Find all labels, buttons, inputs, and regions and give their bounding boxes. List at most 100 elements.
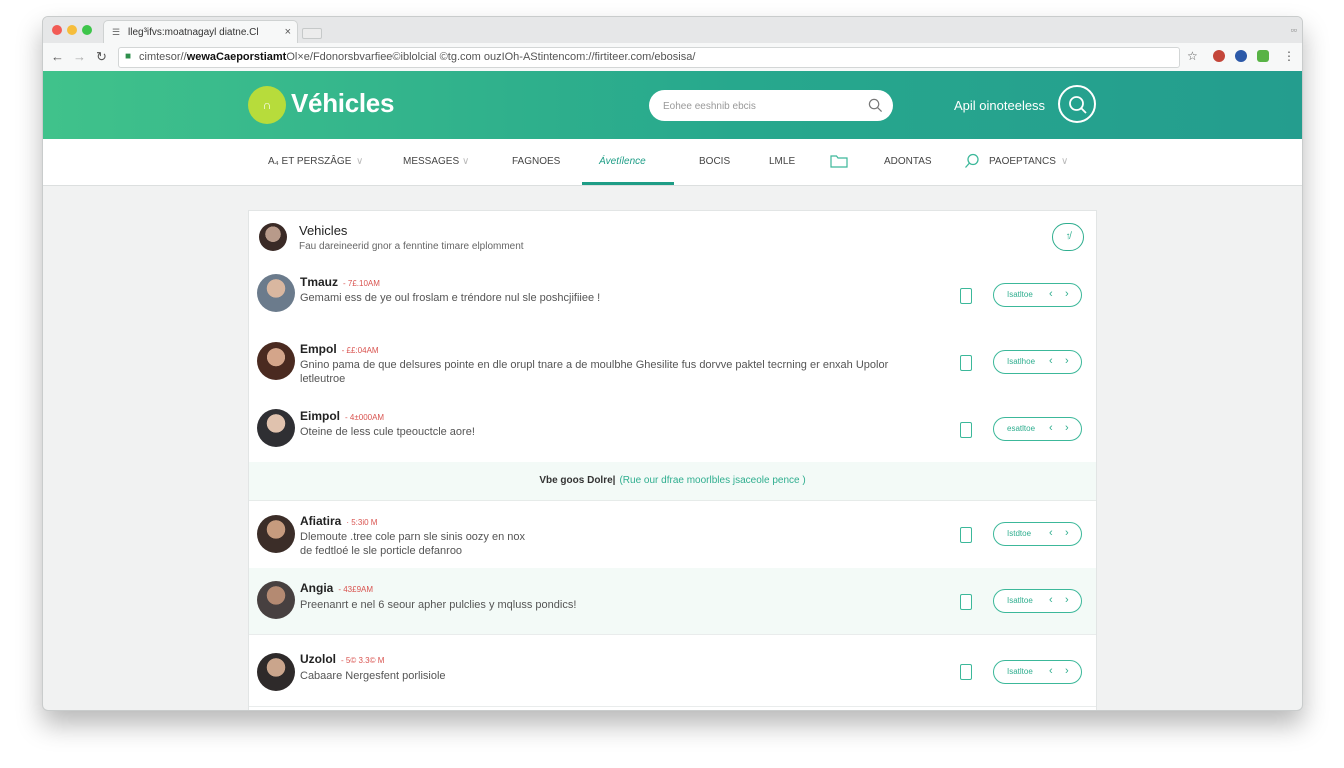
bookmark-star-icon[interactable]: ☆ (1187, 49, 1198, 63)
active-tab-indicator (582, 182, 674, 185)
folder-icon (830, 155, 848, 168)
chevron-left-icon[interactable]: ‹ (1049, 355, 1053, 367)
sender-name: Angia (300, 581, 334, 595)
divider-link[interactable]: (Rue our dfrae moorlbles jsaceole pence … (619, 475, 805, 486)
message-preview: Gemami ess de ye oul froslam e tréndore … (300, 292, 601, 304)
extension-red-icon[interactable] (1213, 50, 1225, 62)
avatar (257, 515, 295, 553)
reload-icon[interactable]: ↻ (96, 49, 107, 65)
chevron-right-icon[interactable]: › (1065, 527, 1069, 539)
search-input[interactable] (661, 97, 865, 115)
list-subtitle: Fau dareineerid gnor a fenntine timare e… (299, 241, 524, 252)
row-action-label: Isatltoe (1007, 290, 1033, 299)
search-icon[interactable] (868, 98, 883, 113)
sender-name: Eimpol (300, 409, 341, 423)
list-header: Vehicles Fau dareineerid gnor a fenntine… (249, 211, 1096, 263)
chevron-right-icon[interactable]: › (1065, 594, 1069, 606)
list-item[interactable]: Empol - ££:04AM Gnino pama de que delsure… (249, 328, 1096, 396)
avatar (257, 274, 295, 312)
avatar (259, 223, 287, 251)
message-time: · 5:3i0 M (346, 518, 378, 527)
row-action-label: Isatlhoe (1007, 357, 1036, 366)
browser-window: ☰ lleg³ifvs:moatnagayl diatne.Cl × ▫▫ ← … (42, 16, 1303, 711)
chevron-right-icon[interactable]: › (1065, 288, 1069, 300)
row-checkbox[interactable] (960, 288, 972, 304)
message-time: - 5© 3.3© M (341, 656, 385, 665)
avatar (257, 653, 295, 691)
message-time: - 7£.10AM (343, 279, 380, 288)
list-action-button[interactable]: ↑̸ (1052, 223, 1084, 251)
forward-arrow-icon[interactable]: → (73, 49, 86, 64)
chevron-down-icon: ∨ (1061, 156, 1069, 167)
maximize-window-dot[interactable] (82, 25, 92, 35)
app-logo-icon[interactable]: ∩ (248, 86, 286, 124)
tab-favicon-icon: ☰ (112, 27, 121, 37)
message-time: - 4±000AM (345, 413, 385, 422)
list-item[interactable]: Afiatira · 5:3i0 M Dlemoute .tree cole pa… (249, 501, 1096, 569)
sender-name: Afiatira (300, 514, 342, 528)
list-item[interactable]: Tmauz - 7£.10AM Gemami ess de ye oul fros… (249, 262, 1096, 329)
list-title: Vehicles (299, 223, 348, 238)
chevron-right-icon[interactable]: › (1065, 355, 1069, 367)
header-search-button[interactable] (1058, 85, 1096, 123)
row-action-pill[interactable]: Istdtoe ‹ › (993, 522, 1082, 546)
app-header: ∩ Véhicles Apil oinoteeless (43, 71, 1302, 139)
vehicles-list: Vehicles Fau dareineerid gnor a fenntine… (248, 210, 1097, 710)
row-action-pill[interactable]: Isatlhoe ‹ › (993, 350, 1082, 374)
main-nav: A₄ ET PERSZÂGE ∨ MESSAGES ∨ FAGNOES Ávet… (43, 139, 1302, 186)
row-checkbox[interactable] (960, 594, 972, 610)
row-checkbox[interactable] (960, 422, 972, 438)
app-title: Véhicles (291, 88, 395, 118)
row-action-pill[interactable]: Isatltoe ‹ › (993, 589, 1082, 613)
extension-green-icon[interactable] (1257, 50, 1269, 62)
browser-titlebar: ☰ lleg³ifvs:moatnagayl diatne.Cl × ▫▫ (43, 17, 1302, 44)
chevron-left-icon[interactable]: ‹ (1049, 527, 1053, 539)
tab-avetilence[interactable]: Ávetílence (582, 139, 674, 185)
row-action-pill[interactable]: Isatltoe ‹ › (993, 283, 1082, 307)
row-checkbox[interactable] (960, 664, 972, 680)
message-preview: Preenanrt e nel 6 seour apher pulclies y… (300, 599, 577, 611)
minimize-window-dot[interactable] (67, 25, 77, 35)
magnifier-icon (1069, 96, 1087, 114)
sender-name: Uzolol (300, 652, 336, 666)
sender-name: Empol (300, 342, 337, 356)
row-action-pill[interactable]: Isatltoe ‹ › (993, 660, 1082, 684)
message-preview: Cabaare Nergesfent porlisiole (300, 670, 446, 682)
tab-close-icon[interactable]: × (285, 26, 291, 38)
chevron-left-icon[interactable]: ‹ (1049, 594, 1053, 606)
chevron-left-icon[interactable]: ‹ (1049, 422, 1053, 434)
list-item[interactable]: Eimpol - 4±000AM Oteine de less cule tpeo… (249, 395, 1096, 463)
new-tab-button[interactable] (302, 28, 322, 39)
browser-menu-icon[interactable]: ⋮ (1283, 49, 1295, 63)
search-icon (965, 153, 979, 168)
row-action-label: esatltoe (1007, 424, 1036, 433)
window-controls-icon[interactable]: ▫▫ (1291, 25, 1297, 35)
browser-tab[interactable]: ☰ lleg³ifvs:moatnagayl diatne.Cl × (103, 20, 298, 44)
list-item[interactable]: Uzolol - 5© 3.3© M Cabaare Nergesfent por… (249, 639, 1096, 707)
avatar (257, 581, 295, 619)
message-preview: Oteine de less cule tpeouctcle aore! (300, 426, 475, 438)
list-divider: Vbe goos Dolre| (Rue our dfrae moorlbles … (249, 462, 1096, 501)
row-checkbox[interactable] (960, 527, 972, 543)
chevron-right-icon[interactable]: › (1065, 422, 1069, 434)
tab-title: lleg³ifvs:moatnagayl diatne.Cl (128, 27, 259, 38)
row-checkbox[interactable] (960, 355, 972, 371)
back-arrow-icon[interactable]: ← (51, 49, 64, 64)
address-bar: ← → ↻ ■ cimtesor//wewaCaeporstiamtOl×e/F… (43, 43, 1302, 72)
search-box (649, 90, 893, 121)
url-field[interactable]: ■ cimtesor//wewaCaeporstiamtOl×e/Fdonors… (118, 47, 1180, 68)
divider-label: Vbe goos Dolre| (539, 475, 616, 486)
message-time: - ££:04AM (341, 346, 379, 355)
chevron-left-icon[interactable]: ‹ (1049, 288, 1053, 300)
message-preview: Dlemoute .tree cole parn sle sinis oozy … (300, 531, 526, 557)
chevron-down-icon: ∨ (356, 156, 364, 167)
close-window-dot[interactable] (52, 25, 62, 35)
chevron-right-icon[interactable]: › (1065, 665, 1069, 677)
header-link[interactable]: Apil oinoteeless (954, 98, 1045, 113)
extension-blue-icon[interactable] (1235, 50, 1247, 62)
list-item[interactable]: Angia - 43£9AM Preenanrt e nel 6 seour ap… (249, 568, 1096, 635)
chevron-left-icon[interactable]: ‹ (1049, 665, 1053, 677)
avatar (257, 342, 295, 380)
row-action-pill[interactable]: esatltoe ‹ › (993, 417, 1082, 441)
avatar (257, 409, 295, 447)
